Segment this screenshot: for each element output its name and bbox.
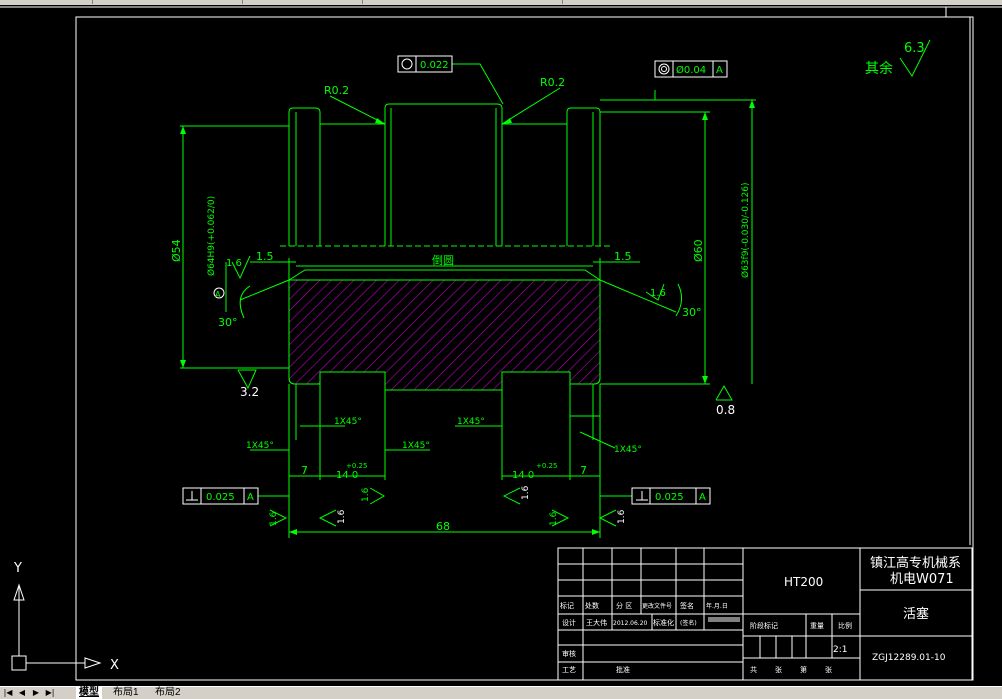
roughness-bottom-1: 1.6 bbox=[269, 511, 279, 526]
roughness-default-value: 6.3 bbox=[904, 41, 925, 56]
section-hatch bbox=[288, 279, 601, 391]
roughness-bottom-5: 1.6 bbox=[549, 511, 559, 526]
next-tab-icon[interactable]: ▶ bbox=[30, 688, 42, 698]
ucs-x-label: X bbox=[110, 658, 119, 673]
angle-30-right: 30° bbox=[682, 306, 702, 319]
perp-datum-left: A bbox=[247, 492, 254, 503]
radius-left-label: R0.2 bbox=[324, 84, 349, 97]
review-label: 审核 bbox=[562, 649, 576, 658]
hdr-zone: 分 区 bbox=[616, 601, 632, 610]
page-label: 第 bbox=[800, 665, 807, 674]
perp-tol-left: 0.025 bbox=[206, 492, 235, 503]
radius-right-label: R0.2 bbox=[540, 76, 565, 89]
datum-a-marker: A bbox=[215, 290, 221, 299]
school-label: 镇江高专机械系 bbox=[870, 555, 961, 571]
dia-64-label: Ø64H9(+0.062/0) bbox=[206, 196, 217, 276]
hdr-count: 处数 bbox=[585, 601, 599, 610]
approve-label: 批准 bbox=[616, 665, 630, 674]
perpendicular-icon bbox=[186, 491, 648, 501]
process-label: 工艺 bbox=[562, 666, 576, 674]
chamfer-1x45-b: 1X45° bbox=[334, 417, 362, 427]
toolbar-segment[interactable] bbox=[362, 0, 563, 4]
dim-14-right: 14 0 bbox=[512, 470, 534, 481]
weight-label: 重量 bbox=[810, 622, 824, 630]
part-name-label: 活塞 bbox=[903, 606, 929, 622]
dim-7-right: 7 bbox=[580, 464, 587, 477]
chamfer-1x45-a: 1X45° bbox=[246, 441, 274, 451]
dia-63-label: Ø63f9(-0.030/-0.126) bbox=[740, 182, 751, 278]
total-label: 共 bbox=[750, 665, 757, 674]
layout-tab-bar: |◀ ◀ ▶ ▶| 模型 布局1 布局2 bbox=[0, 686, 1002, 699]
class-code-label: 机电W071 bbox=[890, 572, 954, 587]
prev-tab-icon[interactable]: ◀ bbox=[16, 688, 28, 698]
tab-layout2[interactable]: 布局2 bbox=[152, 687, 184, 699]
hdr-mark: 标记 bbox=[560, 601, 574, 610]
designer-name: 王大伟 bbox=[586, 618, 607, 627]
design-date: 2012.06.20 bbox=[613, 620, 648, 627]
tol-014-right: +0.25 bbox=[536, 462, 557, 470]
sign-placeholder: (签名) bbox=[680, 619, 697, 627]
roughness-bottom-6: 1.6 bbox=[617, 509, 627, 524]
tab-model[interactable]: 模型 bbox=[76, 687, 102, 699]
dim-14-left: 14 0 bbox=[336, 470, 358, 481]
dim-68: 68 bbox=[436, 520, 450, 533]
scale-value: 2:1 bbox=[833, 645, 847, 655]
dim-7-left: 7 bbox=[301, 464, 308, 477]
dia-54-label: Ø54 bbox=[170, 239, 183, 262]
standardize-label: 标准化 bbox=[653, 618, 674, 627]
sheet-label: 张 bbox=[775, 665, 782, 674]
ucs-icon bbox=[11, 583, 102, 671]
angle-30-left: 30° bbox=[218, 316, 238, 329]
tab-layout1[interactable]: 布局1 bbox=[110, 687, 142, 699]
dim-1-5-right: 1.5 bbox=[614, 250, 632, 263]
dia-60-label: Ø60 bbox=[692, 239, 705, 262]
circularity-value: 0.022 bbox=[420, 60, 449, 71]
cad-model-space[interactable]: 其余 6.3 R0.2 R0.2 倒圆 1.5 1.5 Ø54 Ø60 Ø63f… bbox=[0, 5, 1002, 686]
perp-datum-right: A bbox=[699, 492, 706, 503]
roughness-1-6-left: 1.6 bbox=[226, 258, 242, 269]
ucs-y-label: Y bbox=[13, 561, 22, 576]
drawing-number: ZGJ12289.01-10 bbox=[872, 653, 946, 663]
roughness-0-8: 0.8 bbox=[716, 403, 735, 417]
dim-1-5-left: 1.5 bbox=[256, 250, 274, 263]
design-label: 设计 bbox=[562, 618, 576, 627]
signature-stroke bbox=[708, 617, 740, 622]
stage-mark-label: 阶段标记 bbox=[750, 621, 778, 630]
material-label: HT200 bbox=[784, 575, 823, 589]
hdr-change-doc: 更改文件号 bbox=[642, 602, 672, 610]
toolbar-segment[interactable] bbox=[0, 0, 93, 4]
runout-value: Ø0.04 bbox=[676, 64, 706, 76]
sheet2-label: 张 bbox=[825, 665, 832, 674]
first-tab-icon[interactable]: |◀ bbox=[2, 688, 14, 698]
toolbar-segment[interactable] bbox=[92, 0, 243, 4]
hdr-sign: 签名 bbox=[680, 601, 694, 610]
roughness-1-6-right: 1.6 bbox=[650, 288, 666, 299]
chamfer-round-label: 倒圆 bbox=[432, 254, 454, 267]
roughness-bottom-4: 1.6 bbox=[521, 485, 531, 500]
last-tab-icon[interactable]: ▶| bbox=[44, 688, 56, 698]
chamfer-1x45-d: 1X45° bbox=[457, 417, 485, 427]
ratio-label: 比例 bbox=[838, 621, 852, 630]
perp-tol-right: 0.025 bbox=[655, 492, 684, 503]
roughness-bottom-2: 1.6 bbox=[337, 509, 347, 524]
tol-014-left: +0.25 bbox=[346, 462, 367, 470]
chamfer-1x45-e: 1X45° bbox=[614, 445, 642, 455]
roughness-bottom-3: 1.6 bbox=[361, 487, 371, 502]
toolbar-segment[interactable] bbox=[242, 0, 363, 4]
hdr-date: 年.月.日 bbox=[706, 602, 728, 610]
roughness-3-2: 3.2 bbox=[240, 385, 259, 399]
roughness-note: 其余 bbox=[865, 60, 893, 77]
chamfer-1x45-c: 1X45° bbox=[402, 441, 430, 451]
runout-datum: A bbox=[716, 65, 723, 76]
